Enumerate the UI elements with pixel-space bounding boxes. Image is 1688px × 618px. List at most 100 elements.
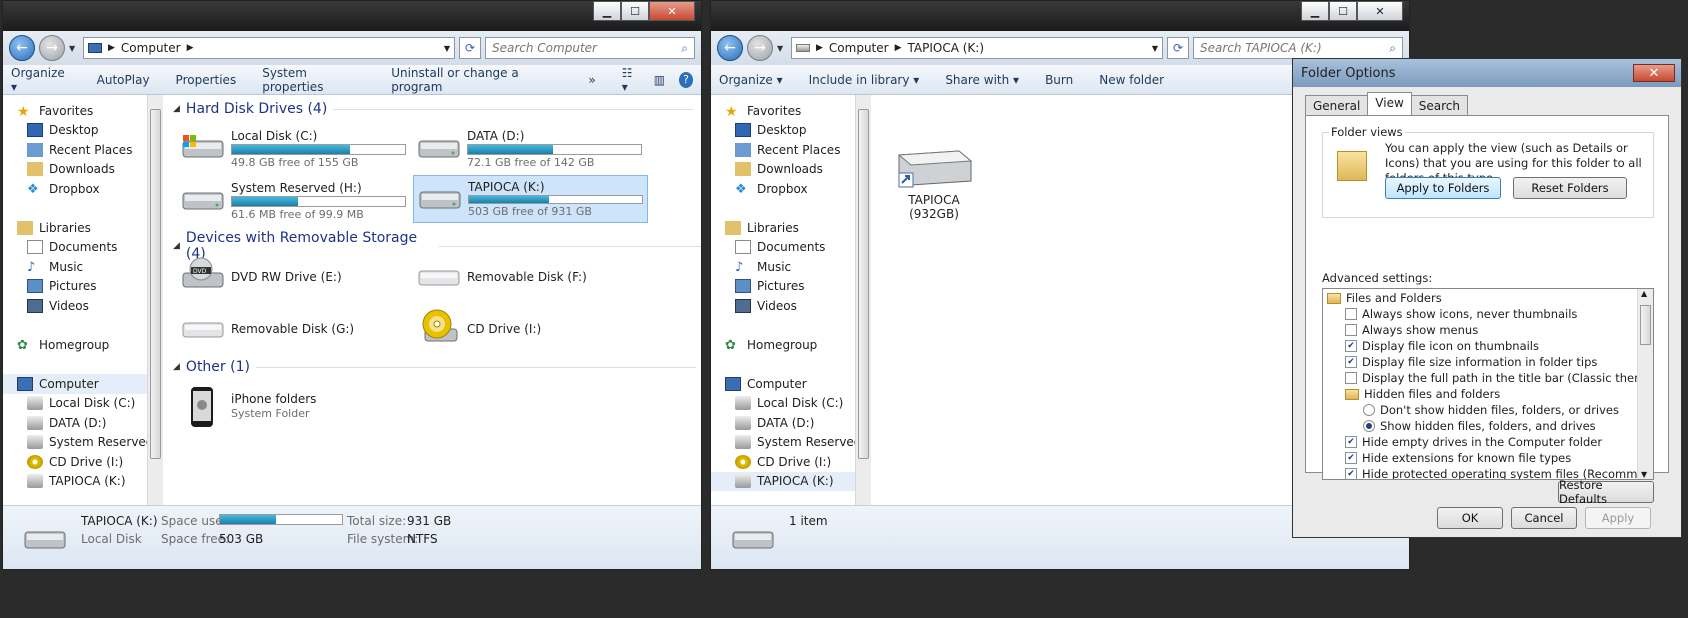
organize-menu[interactable]: Organize ▾ [719, 73, 783, 87]
tab-view[interactable]: View [1367, 92, 1412, 116]
breadcrumb-separator[interactable]: ▶ [816, 43, 823, 53]
maximize-button[interactable]: ☐ [1329, 1, 1357, 21]
nav-dropbox[interactable]: ❖ Dropbox [711, 179, 860, 199]
setting-row[interactable]: Hidden files and folders [1327, 386, 1635, 402]
nav-scrollbar[interactable] [147, 95, 163, 505]
collapse-arrow-icon[interactable]: ◢ [173, 104, 180, 114]
breadcrumb-computer[interactable]: Computer [121, 41, 181, 55]
change-view-icon[interactable]: ☷ ▾ [622, 66, 640, 94]
address-dropdown-icon[interactable]: ▼ [1152, 44, 1158, 53]
nav-recent-places[interactable]: Recent Places [3, 140, 152, 160]
setting-checkbox[interactable]: ✔ [1345, 436, 1357, 448]
back-button[interactable]: ← [717, 35, 743, 61]
scroll-up-icon[interactable]: ▲ [1641, 289, 1647, 298]
setting-row[interactable]: Don't show hidden files, folders, or dri… [1327, 402, 1635, 418]
drive-cd-i[interactable]: CD Drive (I:) [413, 305, 648, 353]
setting-checkbox[interactable] [1345, 324, 1357, 336]
nav-recent-places[interactable]: Recent Places [711, 140, 860, 160]
nav-data-d[interactable]: DATA (D:) [3, 413, 152, 433]
setting-checkbox[interactable] [1345, 372, 1357, 384]
setting-radio[interactable] [1363, 404, 1375, 416]
setting-row[interactable]: Files and Folders [1327, 290, 1635, 306]
nav-tapioca-k[interactable]: TAPIOCA (K:) [3, 472, 152, 492]
group-hard-disk-drives[interactable]: ◢ Hard Disk Drives (4) [173, 101, 694, 117]
nav-system-reserved-h[interactable]: System Reserved (H [3, 433, 152, 453]
advanced-settings-list[interactable]: Files and Folders Always show icons, neve… [1322, 288, 1654, 480]
restore-defaults-button[interactable]: Restore Defaults [1558, 478, 1654, 506]
nav-videos[interactable]: Videos [3, 296, 152, 316]
forward-button[interactable]: → [747, 35, 773, 61]
nav-computer[interactable]: Computer [3, 374, 152, 394]
nav-dropbox[interactable]: ❖ Dropbox [3, 179, 152, 199]
drive-dvd-rw-e[interactable]: DVD DVD RW Drive (E:) [177, 253, 412, 301]
title-bar[interactable]: ▁ ☐ ✕ [711, 1, 1409, 31]
nav-favorites[interactable]: ★ Favorites [711, 101, 860, 121]
nav-homegroup[interactable]: ✿ Homegroup [711, 335, 860, 355]
nav-desktop[interactable]: Desktop [711, 121, 860, 141]
setting-row[interactable]: ✔ Display file icon on thumbnails [1327, 338, 1635, 354]
nav-local-disk-c[interactable]: Local Disk (C:) [3, 394, 152, 414]
setting-checkbox[interactable] [1345, 308, 1357, 320]
iphone-folders-item[interactable]: iPhone folders System Folder [177, 381, 412, 431]
setting-checkbox[interactable]: ✔ [1345, 356, 1357, 368]
setting-row[interactable]: ✔ Hide extensions for known file types [1327, 450, 1635, 466]
uninstall-program-button[interactable]: Uninstall or change a program [391, 66, 562, 94]
nav-documents[interactable]: Documents [3, 238, 152, 258]
nav-cd-drive-i[interactable]: CD Drive (I:) [3, 452, 152, 472]
new-folder-button[interactable]: New folder [1099, 73, 1164, 87]
system-properties-button[interactable]: System properties [262, 66, 365, 94]
nav-music[interactable]: ♪ Music [711, 257, 860, 277]
nav-videos[interactable]: Videos [711, 296, 860, 316]
nav-desktop[interactable]: Desktop [3, 121, 152, 141]
breadcrumb-separator[interactable]: ▶ [895, 43, 902, 53]
nav-libraries[interactable]: Libraries [711, 218, 860, 238]
include-in-library-menu[interactable]: Include in library ▾ [809, 73, 920, 87]
dialog-title-bar[interactable]: Folder Options ✕ [1293, 59, 1681, 87]
address-input[interactable]: ▶ Computer ▶ ▼ [83, 37, 455, 59]
breadcrumb-tapioca[interactable]: TAPIOCA (K:) [908, 41, 985, 55]
burn-button[interactable]: Burn [1045, 73, 1073, 87]
setting-checkbox[interactable]: ✔ [1345, 340, 1357, 352]
collapse-arrow-icon[interactable]: ◢ [173, 362, 180, 372]
nav-libraries[interactable]: Libraries [3, 218, 152, 238]
setting-row[interactable]: Display the full path in the title bar (… [1327, 370, 1653, 386]
drive-system-reserved-h[interactable]: System Reserved (H:) 61.6 MB free of 99.… [177, 177, 412, 225]
refresh-button[interactable]: ⟳ [1167, 37, 1189, 59]
drive-tapioca-k[interactable]: TAPIOCA (K:) 503 GB free of 931 GB [413, 175, 648, 223]
nav-favorites[interactable]: ★ Favorites [3, 101, 152, 121]
nav-pictures[interactable]: Pictures [3, 277, 152, 297]
tapioca-shortcut-item[interactable]: TAPIOCA (932GB) [889, 137, 979, 221]
apply-button[interactable]: Apply [1585, 507, 1651, 529]
address-input[interactable]: ▶ Computer ▶ TAPIOCA (K:) ▼ [791, 37, 1163, 59]
setting-row[interactable]: Always show menus [1327, 322, 1635, 338]
ok-button[interactable]: OK [1437, 507, 1503, 529]
breadcrumb-separator[interactable]: ▶ [187, 43, 194, 53]
nav-computer[interactable]: Computer [711, 374, 860, 394]
share-with-menu[interactable]: Share with ▾ [945, 73, 1019, 87]
drive-removable-g[interactable]: Removable Disk (G:) [177, 305, 412, 353]
cancel-button[interactable]: Cancel [1511, 507, 1577, 529]
nav-tapioca-k[interactable]: TAPIOCA (K:) [711, 471, 860, 491]
group-other[interactable]: ◢ Other (1) [173, 359, 696, 375]
setting-checkbox[interactable]: ✔ [1345, 452, 1357, 464]
title-bar[interactable]: ▁ ☐ ✕ [3, 1, 701, 31]
organize-menu[interactable]: Organize ▾ [11, 66, 71, 94]
drive-local-disk-c[interactable]: Local Disk (C:) 49.8 GB free of 155 GB [177, 125, 412, 173]
reset-folders-button[interactable]: Reset Folders [1513, 177, 1627, 199]
nav-system-reserved-h[interactable]: System Reserved (H [711, 433, 860, 453]
setting-radio[interactable] [1363, 420, 1375, 432]
breadcrumb-separator[interactable]: ▶ [108, 43, 115, 53]
nav-scrollbar[interactable] [855, 95, 871, 505]
maximize-button[interactable]: ☐ [621, 1, 649, 21]
address-dropdown-icon[interactable]: ▼ [444, 44, 450, 53]
recent-pages-dropdown[interactable]: ▼ [69, 44, 79, 53]
setting-row[interactable]: ✔ Hide empty drives in the Computer folde… [1327, 434, 1635, 450]
minimize-button[interactable]: ▁ [593, 1, 621, 21]
setting-row[interactable]: Always show icons, never thumbnails [1327, 306, 1635, 322]
nav-data-d[interactable]: DATA (D:) [711, 413, 860, 433]
nav-downloads[interactable]: Downloads [711, 160, 860, 180]
nav-scroll-thumb[interactable] [858, 109, 869, 459]
autoplay-button[interactable]: AutoPlay [97, 73, 150, 87]
settings-scroll-thumb[interactable] [1640, 305, 1651, 345]
nav-pictures[interactable]: Pictures [711, 277, 860, 297]
